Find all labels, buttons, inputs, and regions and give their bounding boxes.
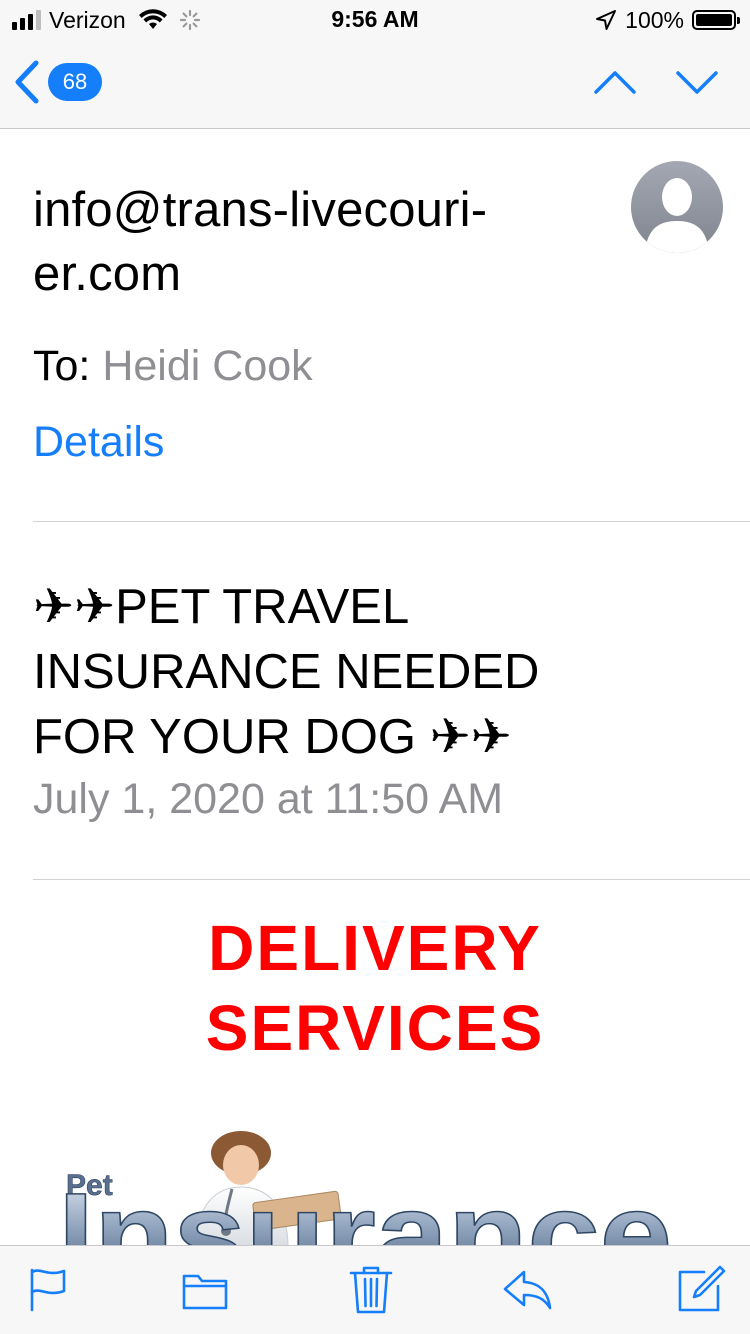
avatar[interactable] xyxy=(631,161,723,253)
message-date: July 1, 2020 at 11:50 AM xyxy=(33,775,504,823)
trash-icon xyxy=(349,1266,393,1314)
unread-count-badge: 68 xyxy=(48,63,102,101)
status-bar: Verizon 9:56 AM 100% xyxy=(0,0,750,40)
location-arrow-icon xyxy=(596,10,617,30)
battery-icon xyxy=(692,10,740,30)
move-to-folder-button[interactable] xyxy=(180,1264,230,1314)
previous-message-button[interactable] xyxy=(593,64,637,100)
compose-icon xyxy=(678,1265,726,1312)
recipient-name[interactable]: Heidi Cook xyxy=(102,342,312,390)
next-message-button[interactable] xyxy=(675,64,719,100)
trash-button[interactable] xyxy=(346,1264,396,1314)
recipient-line: To: Heidi Cook xyxy=(33,342,313,391)
mail-message-screen: Verizon 9:56 AM 100% 68 info@trans-livec… xyxy=(0,0,750,1334)
to-label: To: xyxy=(33,342,91,390)
headline-line: DELIVERY xyxy=(208,912,542,984)
reply-icon xyxy=(503,1270,552,1310)
subject-line: INSURANCE NEEDED xyxy=(33,645,540,699)
flag-button[interactable] xyxy=(24,1264,74,1314)
sender-address-line: info@trans-livecouri- xyxy=(33,183,488,237)
nav-bar: 68 xyxy=(0,40,750,129)
ad-large-text: Insurance xyxy=(58,1169,672,1247)
pet-insurance-ad-image[interactable]: Pet Insurance xyxy=(56,1125,676,1247)
body-headline: DELIVERY SERVICES xyxy=(0,908,750,1068)
headline-line: SERVICES xyxy=(205,992,545,1064)
subject: ✈✈PET TRAVEL INSURANCE NEEDED FOR YOUR D… xyxy=(33,575,633,770)
details-link[interactable]: Details xyxy=(33,418,164,467)
subject-line: FOR YOUR DOG ✈✈ xyxy=(33,710,512,764)
compose-button[interactable] xyxy=(676,1264,726,1314)
subject-divider xyxy=(33,879,750,880)
sender-address-line: er.com xyxy=(33,247,182,301)
subject-line: ✈✈PET TRAVEL xyxy=(33,580,410,634)
flag-icon xyxy=(30,1268,66,1312)
status-right: 100% xyxy=(595,6,740,34)
bottom-toolbar xyxy=(0,1245,750,1334)
sender-address[interactable]: info@trans-livecouri- er.com xyxy=(33,178,593,306)
person-silhouette-icon xyxy=(645,178,709,253)
battery-percent: 100% xyxy=(625,6,684,33)
folder-icon xyxy=(182,1274,228,1310)
reply-button[interactable] xyxy=(502,1264,552,1314)
pet-insurance-graphic: Pet Insurance xyxy=(57,1131,673,1247)
back-button[interactable]: 68 xyxy=(14,60,102,104)
header-divider xyxy=(33,521,750,522)
chevron-left-icon xyxy=(15,60,39,104)
